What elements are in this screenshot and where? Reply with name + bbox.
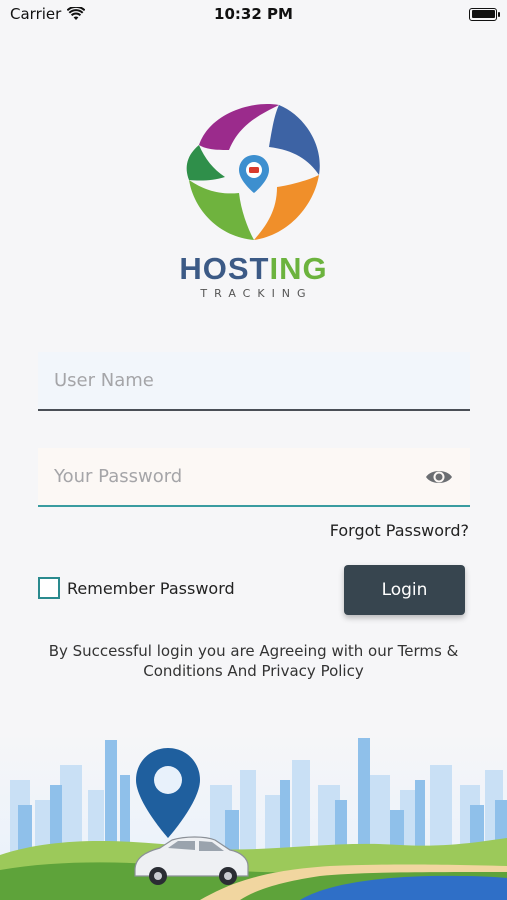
brand-logo: HOSTING TRACKING: [0, 95, 507, 300]
remember-password-label: Remember Password: [67, 578, 235, 598]
remember-password-checkbox[interactable]: [38, 577, 60, 599]
status-bar: Carrier 10:32 PM: [0, 0, 507, 28]
username-input[interactable]: [54, 370, 454, 391]
brand-name-part2: ING: [269, 251, 328, 286]
password-field-container: [38, 448, 470, 507]
brand-subtitle: TRACKING: [200, 287, 313, 300]
battery-icon: [469, 7, 500, 21]
brand-name: HOSTING: [179, 253, 327, 284]
brand-name-part1: HOST: [179, 251, 270, 286]
terms-text: By Successful login you are Agreeing wit…: [48, 642, 459, 680]
city-illustration: [0, 730, 507, 900]
status-left: Carrier: [10, 5, 86, 23]
brand-logo-icon: [186, 104, 320, 240]
remember-password-row[interactable]: Remember Password: [38, 577, 235, 599]
eye-icon[interactable]: [424, 467, 454, 487]
password-input[interactable]: [54, 466, 424, 487]
forgot-password-link[interactable]: Forgot Password?: [330, 521, 469, 540]
login-button[interactable]: Login: [344, 565, 465, 615]
carrier-label: Carrier: [10, 5, 62, 23]
wifi-icon: [67, 7, 86, 20]
username-field-container: [38, 352, 470, 411]
